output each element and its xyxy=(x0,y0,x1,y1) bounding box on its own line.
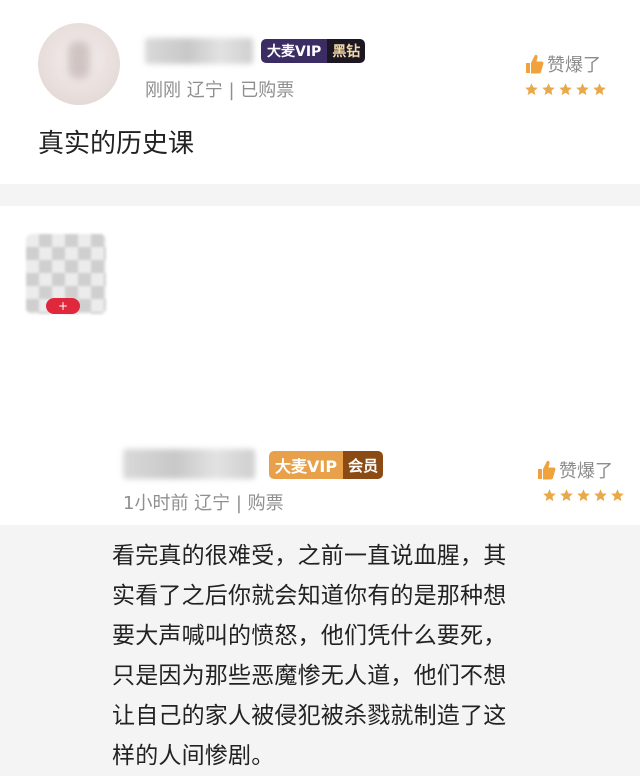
avatar-badge: + xyxy=(46,298,80,314)
username-blurred[interactable] xyxy=(145,38,253,64)
star-icon xyxy=(525,83,538,96)
comment-card: + 大麦VIP 会员 1小时前 辽宁 | 购票 赞爆了 看完真的很难受，之前一直… xyxy=(0,206,640,769)
comment-meta: 刚刚 辽宁 | 已购票 xyxy=(145,80,295,101)
star-icon xyxy=(593,83,606,96)
thumbs-up-icon xyxy=(526,54,544,74)
like-button[interactable]: 赞爆了 xyxy=(536,457,613,483)
star-icon xyxy=(560,489,573,502)
vip-badge: 大麦VIP 黑钻 xyxy=(261,39,366,63)
star-icon xyxy=(543,489,556,502)
like-label: 赞爆了 xyxy=(547,55,601,76)
vip-badge: 大麦VIP 会员 xyxy=(269,451,384,479)
rating-stars xyxy=(542,488,625,503)
thumbs-up-icon xyxy=(538,460,556,480)
user-avatar[interactable] xyxy=(38,23,120,105)
vip-badge-label: 大麦VIP xyxy=(261,39,328,63)
star-icon xyxy=(559,83,572,96)
rating-stars xyxy=(524,82,607,97)
like-button[interactable]: 赞爆了 xyxy=(524,51,601,77)
comment-card: 大麦VIP 黑钻 刚刚 辽宁 | 已购票 赞爆了 真实的历史课 xyxy=(0,0,640,184)
star-icon xyxy=(576,83,589,96)
vip-badge-label: 大麦VIP xyxy=(269,451,344,479)
star-icon xyxy=(577,489,590,502)
star-icon xyxy=(594,489,607,502)
comment-meta: 1小时前 辽宁 | 购票 xyxy=(123,493,284,514)
like-label: 赞爆了 xyxy=(559,461,613,482)
username-blurred[interactable] xyxy=(123,449,255,479)
comment-text: 看完真的很难受，之前一直说血腥，其实看了之后你就会知道你有的是那种想要大声喊叫的… xyxy=(112,543,507,769)
star-icon xyxy=(542,83,555,96)
star-icon xyxy=(611,489,624,502)
vip-tier-label: 会员 xyxy=(343,451,384,479)
vip-tier-label: 黑钻 xyxy=(327,39,366,63)
comment-text: 真实的历史课 xyxy=(38,129,195,159)
